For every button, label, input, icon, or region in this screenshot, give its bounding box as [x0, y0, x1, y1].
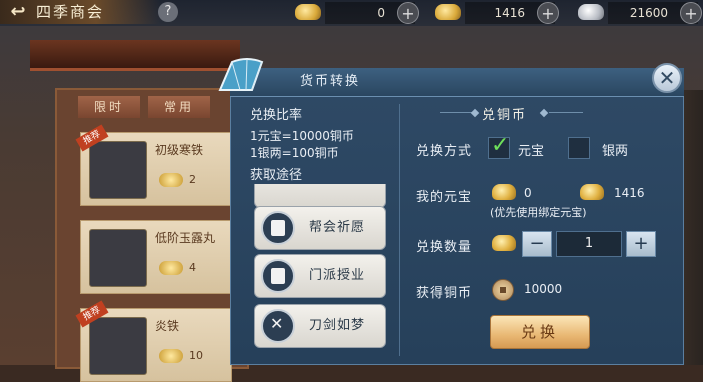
shop-item[interactable]: 推荐 炎铁 10	[75, 300, 232, 382]
my-yuanbao-value: 0	[524, 186, 532, 200]
item-price: 2	[189, 173, 196, 186]
close-button[interactable]: ✕	[652, 63, 682, 93]
get-copper-label: 获得铜币	[416, 286, 473, 301]
currency-yuanbao: 0 +	[295, 2, 419, 24]
exchange-button[interactable]: 兑换	[490, 315, 590, 349]
source-label: 门派授业	[309, 268, 366, 283]
item-thumbnail	[89, 317, 147, 375]
silver-ingot-icon	[578, 4, 604, 20]
yuanbao-checkbox[interactable]: ✓	[488, 133, 510, 159]
currency-bound-yuanbao: 1416 +	[435, 2, 559, 24]
add-currency-button[interactable]: +	[397, 2, 419, 24]
quantity-label: 兑换数量	[416, 240, 473, 255]
fan-icon	[218, 58, 264, 91]
item-name: 低阶玉露丸	[155, 231, 216, 245]
decor-line	[549, 112, 583, 113]
divider	[399, 104, 400, 356]
source-item-sect-teaching[interactable]: 门派授业	[254, 254, 386, 298]
item-price: 10	[189, 349, 203, 362]
source-label: 刀剑如梦	[309, 318, 366, 333]
yuanbao-note: (优先使用绑定元宝)	[490, 206, 587, 219]
tab-common[interactable]: 常用	[148, 96, 210, 118]
item-thumbnail	[89, 141, 147, 199]
source-item-sword-dream[interactable]: ✕ 刀剑如梦	[254, 304, 386, 348]
tab-limited[interactable]: 限时	[78, 96, 140, 118]
back-icon[interactable]: ↩	[4, 2, 32, 22]
option-yuanbao-label: 元宝	[518, 144, 545, 159]
source-label: 帮会祈愿	[309, 220, 366, 235]
gold-ingot-icon	[159, 349, 183, 363]
currency-silver: 21600 +	[578, 2, 702, 24]
bound-yuanbao-value: 1416	[614, 186, 645, 200]
source-title: 获取途径	[250, 168, 303, 183]
increase-button[interactable]: +	[626, 231, 656, 257]
help-button[interactable]: ?	[158, 2, 178, 22]
item-thumbnail	[89, 229, 147, 287]
gold-ingot-icon	[492, 184, 516, 200]
my-yuanbao-label: 我的元宝	[416, 190, 473, 205]
item-name: 初级寒铁	[155, 143, 204, 157]
bound-gold-ingot-icon	[580, 184, 604, 200]
shop-roof	[30, 40, 240, 71]
rate-title: 兑换比率	[250, 108, 303, 123]
rate-yuanbao: 1元宝=10000铜币	[250, 129, 354, 143]
shop-item[interactable]: 推荐 初级寒铁 2	[75, 124, 232, 206]
copper-result-value: 10000	[524, 282, 563, 296]
add-currency-button[interactable]: +	[680, 2, 702, 24]
copper-coin-icon	[492, 279, 514, 301]
source-item-partial[interactable]	[254, 184, 386, 208]
banner-icon	[261, 211, 295, 245]
gold-ingot-icon	[295, 4, 321, 20]
dialog-header	[230, 68, 684, 97]
yinliang-checkbox[interactable]	[568, 137, 590, 159]
item-name: 炎铁	[155, 319, 180, 333]
check-icon: ✓	[491, 133, 510, 158]
quantity-input[interactable]: 1	[556, 231, 622, 257]
rate-yinliang: 1银两=100铜币	[250, 146, 339, 160]
shop-item[interactable]: 低阶玉露丸 4	[80, 220, 232, 294]
add-currency-button[interactable]: +	[537, 2, 559, 24]
decrease-button[interactable]: −	[522, 231, 552, 257]
source-item-guild-wish[interactable]: 帮会祈愿	[254, 206, 386, 250]
gold-ingot-icon	[159, 261, 183, 275]
gold-ingot-icon	[492, 235, 516, 251]
page-title: 四季商会	[36, 3, 105, 21]
banner-icon	[261, 259, 295, 293]
gold-ingot-icon	[159, 173, 183, 187]
item-price: 4	[189, 261, 196, 274]
gold-ingot-icon	[435, 4, 461, 20]
exchange-title: 兑铜币	[482, 108, 528, 123]
method-label: 兑换方式	[416, 144, 473, 159]
crossed-swords-icon: ✕	[261, 309, 295, 343]
dialog-title: 货币转换	[300, 74, 361, 89]
source-list[interactable]: 帮会祈愿 门派授业 ✕ 刀剑如梦	[250, 184, 390, 356]
decor-line	[440, 112, 474, 113]
option-yinliang-label: 银两	[602, 144, 629, 159]
